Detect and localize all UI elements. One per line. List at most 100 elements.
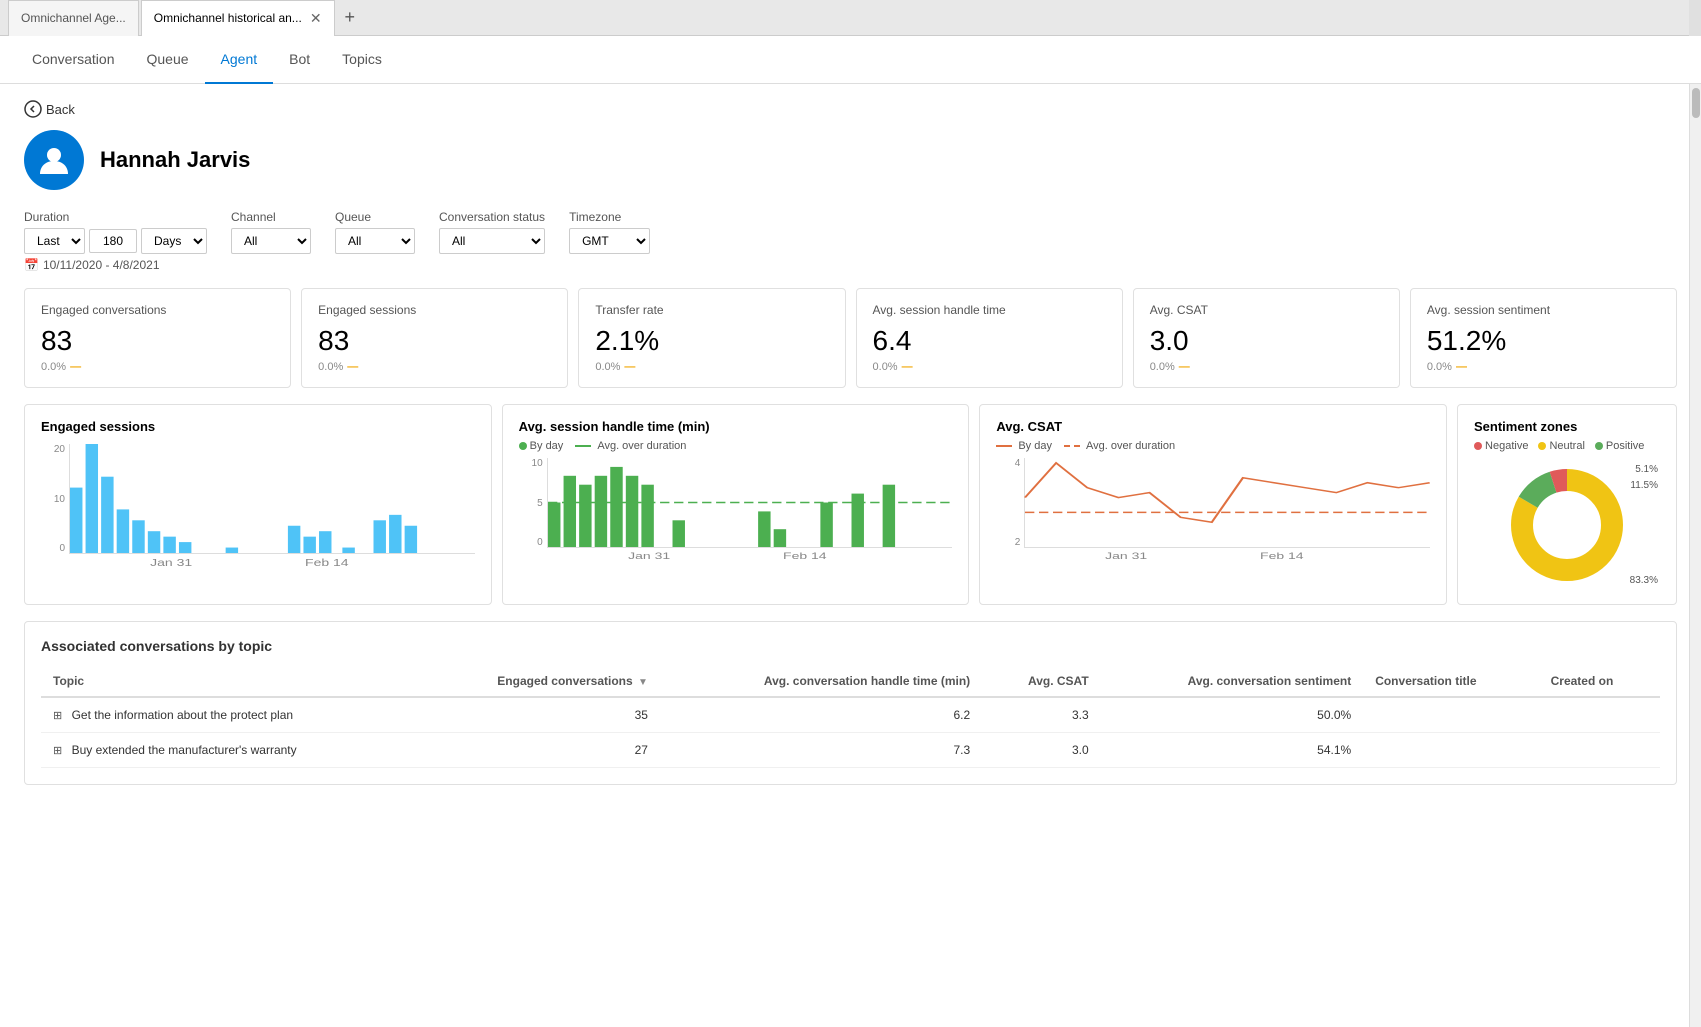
kpi-avg-csat-change: 0.0% [1150,361,1175,373]
kpi-engaged-conv-title: Engaged conversations [41,303,274,317]
filter-timezone-label: Timezone [569,210,650,224]
row-1-avg-handle: 7.3 [660,733,982,768]
kpi-avg-sentiment-change: 0.0% [1427,361,1452,373]
kpi-transfer-rate-value: 2.1% [595,325,828,357]
nav-tab-conversation[interactable]: Conversation [16,36,131,84]
filter-channel: Channel All [231,210,311,254]
expand-icon[interactable]: ⊞ [53,710,62,722]
filter-duration-value[interactable] [89,229,137,253]
by-day-dot [519,442,527,450]
kpi-avg-handle-value: 6.4 [873,325,1106,357]
negative-pct: 5.1% [1635,464,1658,475]
browser-tab-active[interactable]: Omnichannel historical an... ✕ [141,0,335,36]
kpi-card-avg-sentiment: Avg. session sentiment 51.2% 0.0% — [1410,288,1677,388]
col-avg-csat: Avg. CSAT [982,666,1100,697]
kpi-card-engaged-conv: Engaged conversations 83 0.0% — [24,288,291,388]
calendar-icon: 📅 [24,258,39,272]
page-scrollbar[interactable] [1689,84,1701,1027]
kpi-engaged-conv-value: 83 [41,325,274,357]
kpi-engaged-conv-change: 0.0% [41,361,66,373]
kpi-avg-sentiment-value: 51.2% [1427,325,1660,357]
row-0-conv-title [1363,697,1538,733]
negative-label: Negative [1485,440,1528,452]
row-1-engaged: 27 [416,733,660,768]
kpi-card-avg-handle: Avg. session handle time 6.4 0.0% — [856,288,1123,388]
filter-duration-type[interactable]: Last [24,228,85,254]
kpi-avg-csat-dash: — [1179,361,1190,373]
kpi-engaged-sess-dash: — [347,361,358,373]
y-label-20: 20 [41,444,65,455]
filter-duration: Duration Last Days [24,210,207,254]
col-topic: Topic [41,666,416,697]
csat-avg-line [1064,445,1080,447]
filter-timezone-select[interactable]: GMT [569,228,650,254]
csat-avg-label: Avg. over duration [1086,440,1175,452]
kpi-engaged-sess-title: Engaged sessions [318,303,551,317]
filter-timezone: Timezone GMT [569,210,650,254]
svg-text:Feb 14: Feb 14 [305,557,349,568]
neutral-dot [1538,442,1546,450]
row-0-avg-handle: 6.2 [660,697,982,733]
csat-by-day-label: By day [1018,440,1052,452]
kpi-avg-handle-change: 0.0% [873,361,898,373]
row-1-avg-sentiment: 54.1% [1101,733,1364,768]
kpi-avg-handle-title: Avg. session handle time [873,303,1106,317]
svg-text:Feb 14: Feb 14 [783,551,827,561]
row-0-avg-csat: 3.3 [982,697,1100,733]
filter-duration-label: Duration [24,210,207,224]
kpi-transfer-rate-dash: — [624,361,635,373]
svg-text:Jan 31: Jan 31 [150,557,192,568]
browser-tab-inactive[interactable]: Omnichannel Age... [8,0,139,36]
nav-tab-topics[interactable]: Topics [326,36,398,84]
nav-tab-agent-label: Agent [221,51,258,67]
filter-conversation-status-label: Conversation status [439,210,545,224]
kpi-avg-sentiment-dash: — [1456,361,1467,373]
filter-channel-label: Channel [231,210,311,224]
back-button[interactable]: Back [24,100,1677,118]
avg-csat-chart-title: Avg. CSAT [996,419,1430,434]
avg-handle-svg: Jan 31 Feb 14 [547,458,953,548]
y-label-0: 0 [41,543,65,554]
neutral-label: Neutral [1549,440,1584,452]
kpi-avg-sentiment-title: Avg. session sentiment [1427,303,1660,317]
close-icon[interactable]: ✕ [310,10,322,27]
avatar [24,130,84,190]
engaged-sessions-chart: Engaged sessions 20 10 0 [24,404,492,605]
donut-chart-svg [1502,460,1632,590]
col-conv-title: Conversation title [1363,666,1538,697]
positive-pct: 83.3% [1630,575,1658,586]
row-1-topic: Buy extended the manufacturer's warranty [72,743,297,757]
engaged-sessions-svg: Jan 31 Feb 14 [69,444,475,554]
back-icon [24,100,42,118]
nav-tab-agent[interactable]: Agent [205,36,274,84]
date-range: 📅 10/11/2020 - 4/8/2021 [24,258,1677,272]
row-1-avg-csat: 3.0 [982,733,1100,768]
filter-queue-select[interactable]: All [335,228,415,254]
kpi-card-transfer-rate: Transfer rate 2.1% 0.0% — [578,288,845,388]
svg-text:Feb 14: Feb 14 [1260,551,1304,561]
filter-channel-select[interactable]: All [231,228,311,254]
by-day-label: By day [530,440,564,452]
table-row: ⊞ Get the information about the protect … [41,697,1660,733]
browser-tab-inactive-label: Omnichannel Age... [21,11,126,25]
negative-dot [1474,442,1482,450]
filter-duration-unit[interactable]: Days [141,228,207,254]
row-0-created-on [1539,697,1660,733]
nav-tab-queue[interactable]: Queue [131,36,205,84]
new-tab-button[interactable]: + [337,7,364,28]
kpi-engaged-sess-change: 0.0% [318,361,343,373]
y-label-10: 10 [41,494,65,505]
table-section: Associated conversations by topic Topic … [24,621,1677,785]
sort-icon: ▼ [638,677,648,688]
avg-handle-time-title: Avg. session handle time (min) [519,419,953,434]
kpi-avg-handle-dash: — [902,361,913,373]
filter-conversation-status-select[interactable]: All [439,228,545,254]
col-engaged[interactable]: Engaged conversations ▼ [416,666,660,697]
filter-queue: Queue All [335,210,415,254]
nav-tab-topics-label: Topics [342,51,382,67]
expand-icon-1[interactable]: ⊞ [53,745,62,757]
browser-tab-active-label: Omnichannel historical an... [154,11,302,25]
row-0-engaged: 35 [416,697,660,733]
nav-tab-bot[interactable]: Bot [273,36,326,84]
avg-duration-label: Avg. over duration [597,440,686,452]
